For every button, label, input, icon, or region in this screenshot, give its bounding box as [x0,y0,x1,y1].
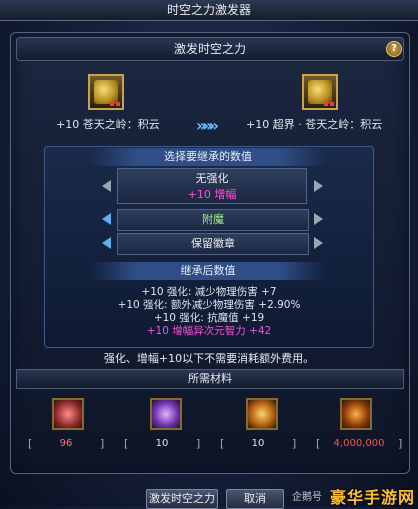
watermark-text: 豪华手游网 [330,488,416,507]
option-enhancement-line1: 无强化 [195,172,229,185]
result-panel-header: 继承后数值 [90,262,326,280]
socket-dots [110,102,120,106]
select-panel-header: 选择要继承的数值 [90,148,326,166]
watermark-prefix: 企鹅号 [292,492,322,503]
option-keep-emblem[interactable]: 保留徽章 [117,233,309,255]
material-count: 4,000,000 [333,438,385,449]
purple-orb-icon [150,398,182,430]
option3-prev-arrow[interactable] [102,237,111,249]
window-title: 时空之力激发器 [0,0,418,21]
bracket-left: [ [124,437,129,450]
option3-next-arrow[interactable] [314,237,323,249]
stat-line-amplify: +10 增幅异次元智力 +42 [146,325,272,337]
fee-note: 强化、增幅+10以下不需要消耗额外费用。 [103,352,315,365]
target-item-name: +10 超界 · 苍天之岭：积云 [246,118,383,131]
bracket-left: [ [28,437,33,450]
time-rune-icon [246,398,278,430]
option2-prev-arrow[interactable] [102,213,111,225]
source-item-slot[interactable] [88,74,124,110]
bracket-right: ] [398,437,403,450]
material-count: 10 [251,438,265,449]
option1-prev-arrow[interactable] [102,180,111,192]
source-item-name: +10 苍天之岭：积云 [56,118,160,131]
option1-next-arrow[interactable] [314,180,323,192]
bracket-left: [ [316,437,321,450]
target-item-slot[interactable] [302,74,338,110]
gold-coins-icon [340,398,372,430]
ring-icon [308,80,332,104]
option-enhancement-line2: +10 增幅 [187,188,237,201]
option2-next-arrow[interactable] [314,213,323,225]
dialog-header: 激发时空之力 [16,37,404,61]
transfer-arrows-icon: »»» [196,116,219,135]
bracket-right: ] [196,437,201,450]
bracket-right: ] [100,437,105,450]
ring-icon [94,80,118,104]
material-count: 96 [59,438,73,449]
material-count: 10 [155,438,169,449]
materials-header: 所需材料 [16,369,404,389]
cancel-button[interactable]: 取消 [226,489,284,509]
socket-dots [324,102,334,106]
activate-button[interactable]: 激发时空之力 [146,489,218,509]
option-enhancement[interactable]: 无强化 +10 增幅 [117,168,307,204]
help-icon[interactable]: ? [386,41,402,57]
bracket-right: ] [292,437,297,450]
bracket-left: [ [220,437,225,450]
red-crystal-icon [52,398,84,430]
option-enchant[interactable]: 附魔 [117,209,309,231]
